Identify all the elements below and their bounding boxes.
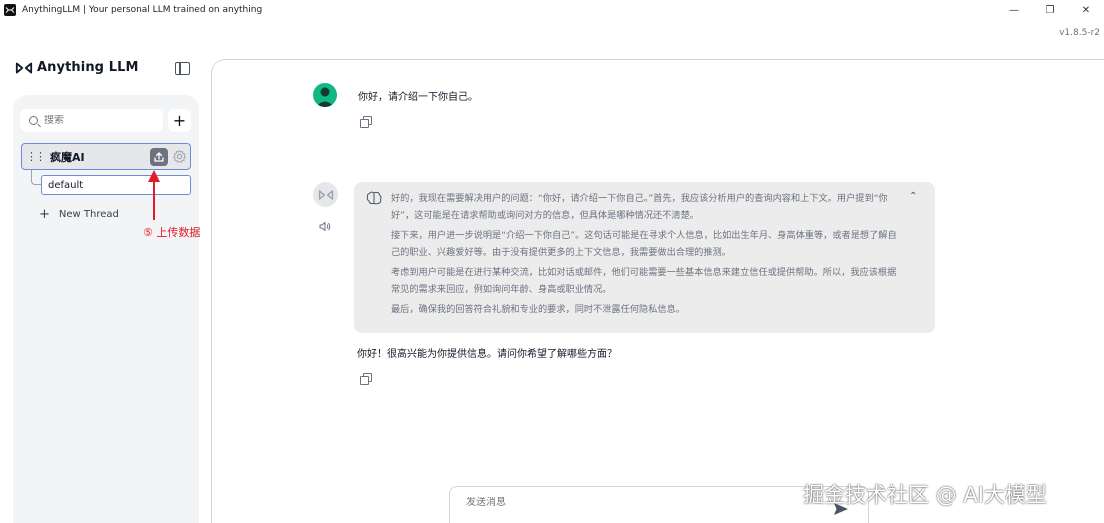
thread-connector xyxy=(31,170,41,185)
sidebar-toggle-icon[interactable] xyxy=(175,62,190,75)
message-input[interactable] xyxy=(466,497,766,508)
new-thread-button[interactable]: + New Thread xyxy=(39,207,119,222)
thread-item-default[interactable]: default xyxy=(41,175,191,195)
speaker-icon[interactable] xyxy=(319,221,331,232)
copy-icon xyxy=(360,116,372,128)
thought-paragraph: 好的，我现在需要解决用户的问题：“你好，请介绍一下你自己。”首先，我应该分析用户… xyxy=(391,193,888,221)
assistant-avatar xyxy=(313,182,338,207)
search-input[interactable] xyxy=(44,115,154,126)
close-button[interactable]: ✕ xyxy=(1068,0,1104,20)
brand-name: Anything LLM xyxy=(37,60,139,75)
annotation-arrow-icon xyxy=(148,170,160,220)
brand: Anything LLM xyxy=(15,60,139,75)
thought-paragraph: 接下来，用户进一步说明是“介绍一下你自己”。这句话可能是在寻求个人信息，比如出生… xyxy=(391,230,897,258)
thought-paragraph: 考虑到用户可能是在进行某种交流，比如对话或邮件，他们可能需要一些基本信息来建立信… xyxy=(391,267,897,295)
user-message: 你好，请介绍一下你自己。 xyxy=(358,92,478,103)
gear-icon[interactable] xyxy=(172,149,187,164)
sidebar-workspace-item[interactable]: ⋮⋮ 疯魔AI xyxy=(21,143,191,170)
copy-icon xyxy=(360,373,372,385)
assistant-message: 你好！很高兴能为你提供信息。请问你希望了解哪些方面？ xyxy=(357,349,617,360)
minimize-button[interactable]: — xyxy=(996,0,1032,20)
copy-message-button[interactable] xyxy=(360,116,372,128)
drag-handle-icon[interactable]: ⋮⋮ xyxy=(26,150,46,163)
watermark: 掘金技术社区 @ AI大模型 xyxy=(803,483,1047,507)
thread-name: default xyxy=(48,179,84,191)
brain-icon xyxy=(366,191,382,205)
workspace-name: 疯魔AI xyxy=(50,150,85,164)
thought-paragraph: 最后，确保我的回答符合礼貌和专业的要求，同时不泄露任何隐私信息。 xyxy=(391,304,685,315)
anythingllm-logo-icon xyxy=(15,61,33,75)
user-avatar xyxy=(313,83,337,107)
new-thread-label: New Thread xyxy=(58,209,119,220)
search-box[interactable] xyxy=(20,109,163,132)
window-controls: — ❐ ✕ xyxy=(996,0,1104,20)
maximize-button[interactable]: ❐ xyxy=(1032,0,1068,20)
thought-text: 好的，我现在需要解决用户的问题：“你好，请介绍一下你自己。”首先，我应该分析用户… xyxy=(391,190,903,321)
chevron-up-icon[interactable]: ⌃ xyxy=(909,191,917,202)
upload-icon[interactable] xyxy=(150,148,168,166)
annotation-label: ⑤ 上传数据 xyxy=(143,226,201,239)
search-icon xyxy=(29,116,38,125)
window-title: AnythingLLM | Your personal LLM trained … xyxy=(22,5,263,15)
plus-icon: + xyxy=(39,207,50,222)
add-workspace-button[interactable]: + xyxy=(168,109,191,132)
version-label: v1.8.5-r2 xyxy=(1059,28,1100,38)
app-logo-icon xyxy=(4,4,16,16)
title-bar: AnythingLLM | Your personal LLM trained … xyxy=(0,0,1104,20)
copy-message-button[interactable] xyxy=(360,373,372,385)
